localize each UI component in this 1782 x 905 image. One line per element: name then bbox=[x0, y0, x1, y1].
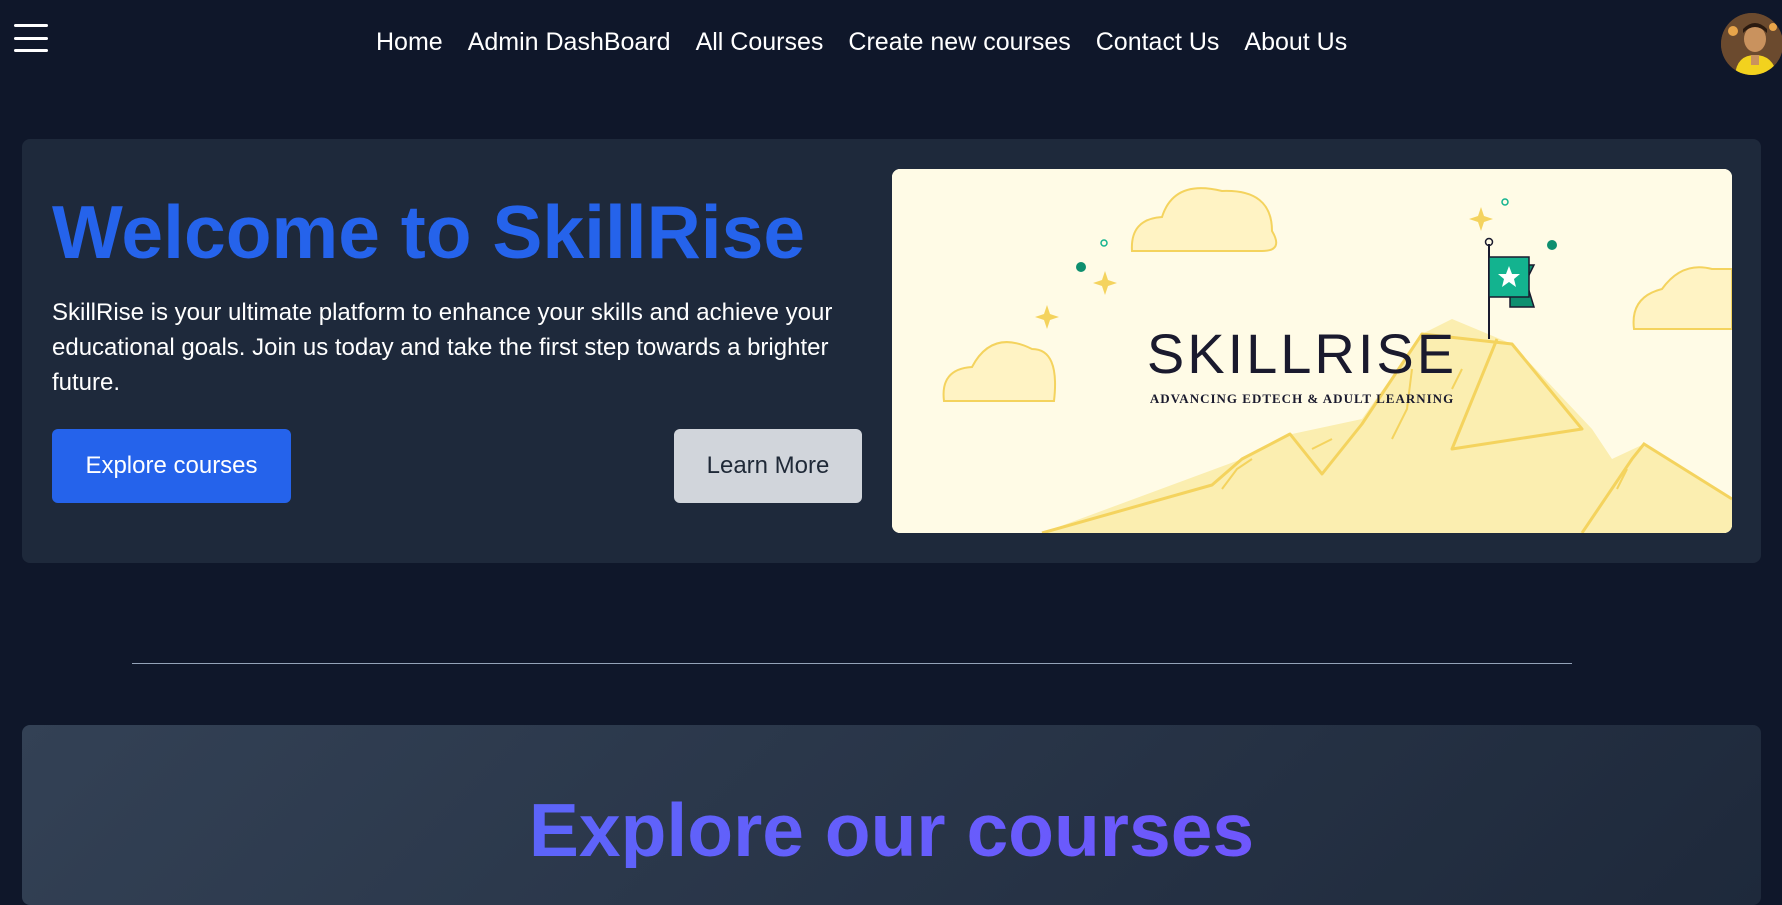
nav-link-all-courses[interactable]: All Courses bbox=[696, 28, 824, 57]
menu-bar bbox=[14, 36, 48, 40]
courses-section-title: Explore our courses bbox=[22, 793, 1761, 868]
menu-bar bbox=[14, 49, 48, 52]
skillrise-banner: SKILLRISE ADVANCING EDTECH & ADULT LEARN… bbox=[892, 169, 1732, 533]
nav-link-admin-dashboard[interactable]: Admin DashBoard bbox=[468, 28, 671, 57]
banner-tagline: ADVANCING EDTECH & ADULT LEARNING bbox=[1150, 391, 1454, 406]
main-nav: Home Admin DashBoard All Courses Create … bbox=[376, 28, 1347, 57]
explore-courses-button[interactable]: Explore courses bbox=[52, 429, 291, 503]
banner-logo-text: SKILLRISE bbox=[1147, 322, 1457, 385]
nav-link-home[interactable]: Home bbox=[376, 28, 443, 57]
nav-link-about-us[interactable]: About Us bbox=[1244, 28, 1347, 57]
section-divider bbox=[132, 663, 1572, 664]
hero-description: SkillRise is your ultimate platform to e… bbox=[52, 299, 833, 396]
avatar[interactable] bbox=[1721, 13, 1782, 75]
menu-bar bbox=[14, 24, 48, 27]
nav-link-contact-us[interactable]: Contact Us bbox=[1096, 28, 1220, 57]
hamburger-menu-icon[interactable] bbox=[14, 24, 48, 52]
hero-title: Welcome to SkillRise bbox=[52, 190, 806, 274]
learn-more-button[interactable]: Learn More bbox=[674, 429, 862, 503]
courses-section: Explore our courses bbox=[22, 725, 1761, 905]
nav-link-create-new-courses[interactable]: Create new courses bbox=[848, 28, 1070, 57]
hero-section: Welcome to SkillRise SkillRise is your u… bbox=[22, 139, 1761, 563]
avatar-image bbox=[1721, 13, 1782, 75]
